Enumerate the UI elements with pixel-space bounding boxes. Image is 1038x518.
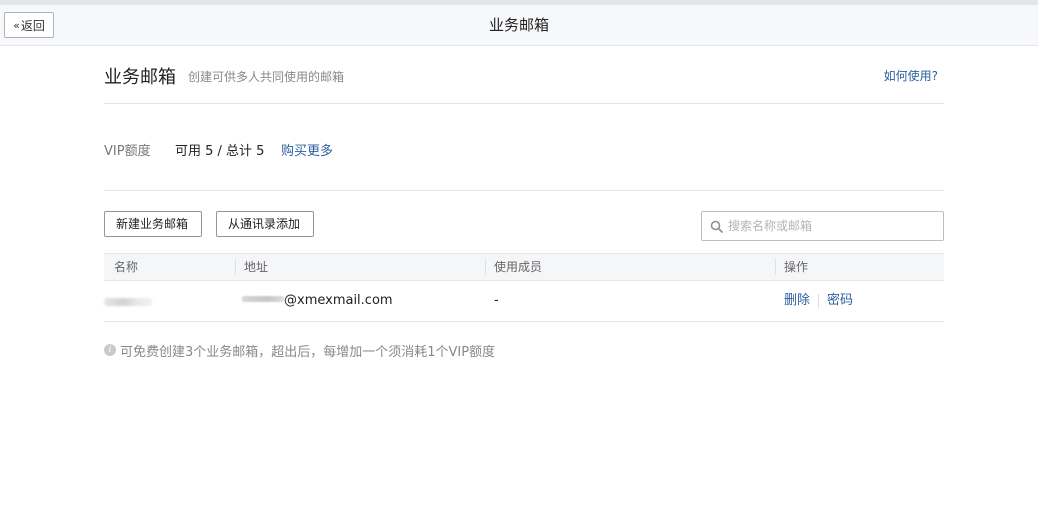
delete-link[interactable]: 删除 xyxy=(784,293,810,308)
back-button-label: 返回 xyxy=(20,18,45,33)
mailbox-address-cell: @xmexmail.com xyxy=(242,281,393,321)
topbar-title: 业务邮箱 xyxy=(488,16,549,34)
search-box[interactable] xyxy=(701,211,944,241)
add-from-contacts-button[interactable]: 从通讯录添加 xyxy=(216,211,314,237)
quota-note-text: 可免费创建3个业务邮箱，超出后，每增加一个须消耗1个VIP额度 xyxy=(120,345,496,360)
new-business-mailbox-button[interactable]: 新建业务邮箱 xyxy=(104,211,202,237)
mailbox-table: 名称 地址 使用成员 操作 @xmexmail.com - 删除 密码 xyxy=(104,253,944,322)
redacted-name xyxy=(104,298,152,306)
column-header-actions-label: 操作 xyxy=(784,260,809,274)
topbar: 业务邮箱 « 返回 xyxy=(0,5,1038,46)
main-content: 业务邮箱 创建可供多人共同使用的邮箱 如何使用? VIP额度 可用 5 / 总计… xyxy=(104,46,944,362)
quota-note: i 可免费创建3个业务邮箱，超出后，每增加一个须消耗1个VIP额度 xyxy=(104,322,944,362)
column-header-address: 地址 xyxy=(235,254,269,280)
column-divider xyxy=(235,259,236,275)
mailbox-name-cell xyxy=(104,281,224,321)
quota-label: VIP额度 xyxy=(104,144,151,159)
quota-value: 可用 5 / 总计 5 xyxy=(175,144,265,159)
column-divider xyxy=(775,259,776,275)
column-header-address-label: 地址 xyxy=(244,260,269,274)
redacted-address-part xyxy=(242,296,284,302)
table-row[interactable]: @xmexmail.com - 删除 密码 xyxy=(104,281,944,322)
help-link[interactable]: 如何使用? xyxy=(884,67,938,84)
toolbar: 新建业务邮箱 从通讯录添加 xyxy=(104,191,944,253)
column-header-name: 名称 xyxy=(114,260,139,274)
page-header: 业务邮箱 创建可供多人共同使用的邮箱 如何使用? xyxy=(104,46,944,104)
back-button[interactable]: « 返回 xyxy=(4,12,54,38)
mailbox-actions-cell: 删除 密码 xyxy=(784,281,853,321)
column-header-members-label: 使用成员 xyxy=(494,260,543,274)
column-header-members: 使用成员 xyxy=(485,254,543,280)
action-divider xyxy=(818,293,820,308)
page-subtitle: 创建可供多人共同使用的邮箱 xyxy=(188,70,345,84)
double-chevron-left-icon: « xyxy=(13,18,20,32)
mailbox-members-cell: - xyxy=(494,293,499,308)
password-link[interactable]: 密码 xyxy=(827,293,853,308)
search-icon xyxy=(710,220,723,233)
info-icon: i xyxy=(104,344,116,356)
mailbox-address-suffix: @xmexmail.com xyxy=(284,293,393,308)
column-header-actions: 操作 xyxy=(775,254,809,280)
vip-quota-section: VIP额度 可用 5 / 总计 5 购买更多 xyxy=(104,104,944,191)
table-header: 名称 地址 使用成员 操作 xyxy=(104,253,944,281)
page-title: 业务邮箱 xyxy=(104,67,176,88)
column-divider xyxy=(485,259,486,275)
search-input[interactable] xyxy=(728,216,938,236)
buy-more-link[interactable]: 购买更多 xyxy=(281,140,333,159)
